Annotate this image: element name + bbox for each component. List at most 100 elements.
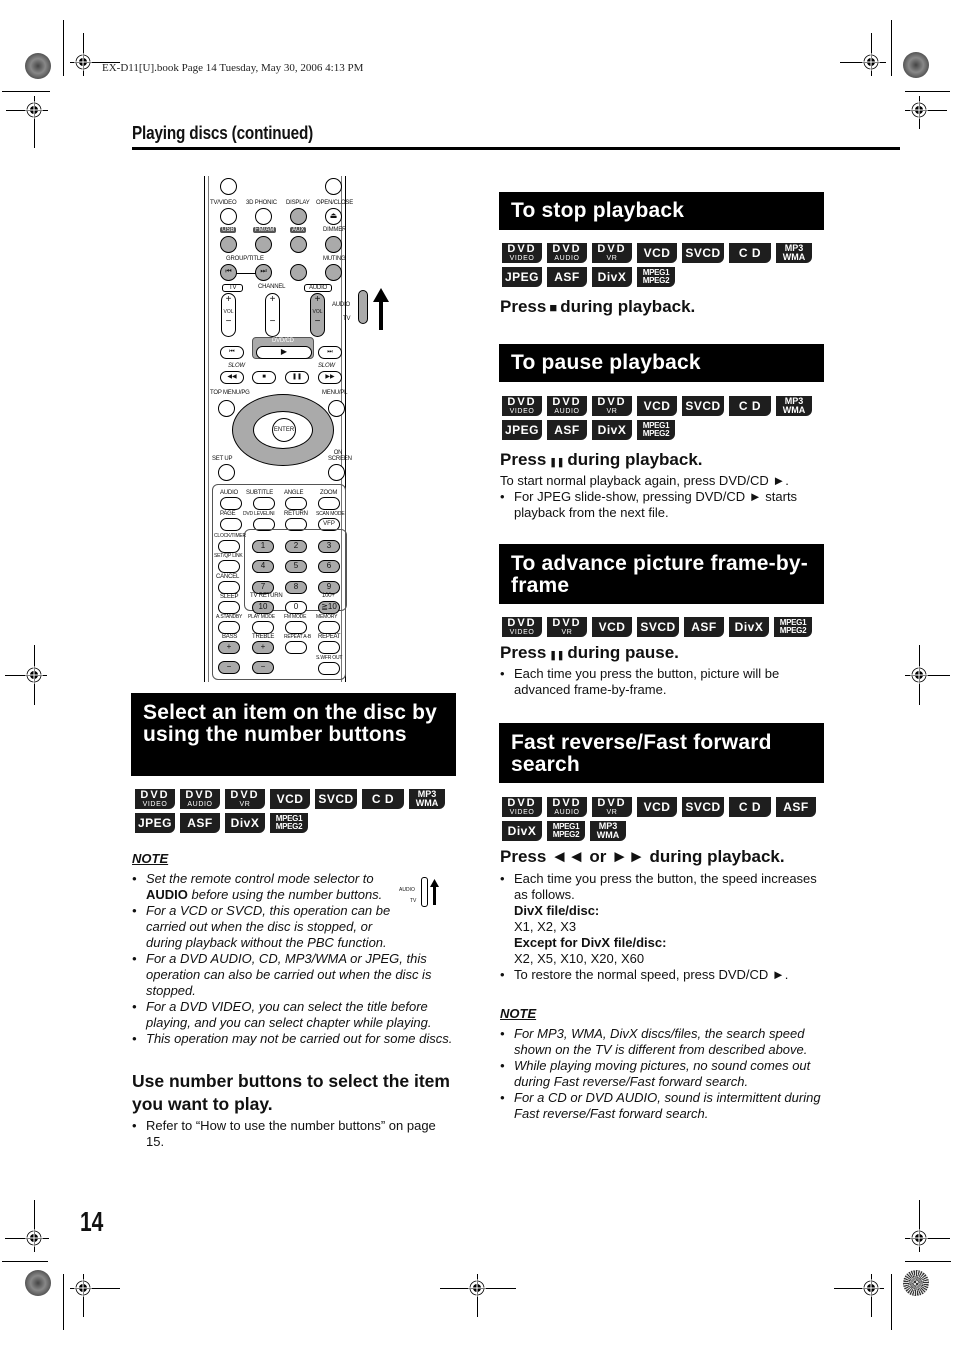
crop-mark [891,20,892,76]
badge-divx: DivX [502,821,542,841]
badge-divx: DivX [592,420,632,440]
badge-dvd-vr: DVD VR [592,797,632,817]
crop-mark [905,1261,951,1262]
badge-dvd-video: DVD VIDEO [502,617,542,637]
crop-mark [891,1274,892,1330]
note-item: For a VCD or SVCD, this operation can be… [132,903,402,951]
remote-label: SUBTITLE [246,490,274,496]
press-instruction: Press ■ during playback. [500,297,696,316]
remote-label: MENU/PL [322,390,348,396]
speed-values: X1, X2, X3 [514,919,577,934]
remote-label: SET/QP LINK [214,553,243,559]
remote-label: GROUP/TITLE [226,256,264,262]
remote-button [220,518,242,531]
crop-mark [905,91,950,92]
number-button: 3 [318,540,340,553]
switch-label: AUDIO [399,887,415,893]
remote-label: ZOOM [320,490,338,496]
running-head-rule [132,147,900,150]
paragraph: To start normal playback again, press DV… [500,473,789,488]
badge-cd: C D [729,396,771,416]
direction-pad: ENTER [232,394,334,466]
remote-label: RETURN [284,511,308,517]
dpad-center: ENTER [253,411,313,449]
speed-label: Except for DivX file/disc: [514,935,667,950]
remote-button [220,497,242,510]
registration-mark-icon [25,1229,43,1247]
disc-badges: DVD VIDEO DVD AUDIO DVD VR VCD SVCD C D MP3 WMA JPE… [502,396,832,440]
remote-button [318,662,340,675]
disc-badges: DVD VIDEO DVD AUDIO DVD VR VCD SVCD C D ASF DivX MP… [502,797,832,841]
remote-button [285,621,307,634]
speed-values: X2, X5, X10, X20, X60 [514,951,645,966]
badge-asf: ASF [547,420,587,440]
badge-dvd-vr: DVD VR [592,396,632,416]
badge-vcd: VCD [270,789,310,809]
remote-button [325,178,342,195]
remote-label: DVD LEVEL/NI [243,511,275,517]
badge-cd: C D [729,797,771,817]
remote-label: BASS [222,634,238,640]
badge-mp3-wma: MP3 WMA [590,821,626,841]
section-title-select-item: Select an item on the disc by using the … [131,693,456,776]
color-disc-mark [25,1270,51,1296]
remote-button [325,264,342,281]
badge-svcd: SVCD [315,789,357,809]
disc-badges: DVD VIDEO DVD AUDIO DVD VR VCD SVCD C D MP3 WMA JPE… [502,243,832,287]
play-button: ▶ [256,346,312,359]
badge-cd: C D [362,789,404,809]
number-button: 10 [252,601,274,614]
remote-button [255,208,272,225]
remote-button [218,581,240,594]
press-instruction: Press ❚❚ during playback. [500,450,703,469]
registration-mark-icon [910,101,928,119]
badge-asf: ASF [684,617,724,637]
color-disc-mark [903,52,929,78]
channel-rocker: + − [265,293,280,337]
badge-dvd-audio: DVD AUDIO [547,243,587,263]
badge-dvd-vr: DVD VR [547,617,587,637]
remote-button [218,560,240,573]
remote-label: USB [220,227,237,233]
badge-dvd-audio: DVD AUDIO [547,396,587,416]
remote-label: AUX [290,227,307,233]
note-list: For MP3, WMA, DivX discs/files, the sear… [500,1026,830,1122]
remote-label: DISPLAY [286,200,310,206]
remote-button [290,208,307,225]
remote-label: OPEN/CLOSE [316,200,354,206]
badge-vcd: VCD [637,396,677,416]
prev-button: ⏮ [220,264,237,281]
switch-body [421,877,428,907]
registration-mark-icon [468,1279,486,1297]
remote-label: TV RETURN [250,593,283,599]
note-item: While playing moving pictures, no sound … [500,1058,830,1090]
remote-label: PAGE [220,511,236,517]
badge-divx: DivX [729,617,769,637]
remote-button [318,641,340,654]
bullet-list: Refer to “How to use the number buttons”… [132,1118,452,1150]
remote-label: MUTING [323,256,346,262]
body-text: Each time you press the button, the spee… [500,871,830,983]
rewind-button: ◀◀ [220,371,244,384]
badge-mpeg1-mpeg2: MPEG1 MPEG2 [637,267,675,287]
next-button: ⏭ [255,264,272,281]
remote-label: SLOW [318,363,335,369]
badge-mpeg1-mpeg2: MPEG1 MPEG2 [774,617,812,637]
remote-label: TOP MENU/PG [210,390,250,396]
badge-vcd: VCD [637,243,677,263]
eject-button: ⏏ [325,208,342,225]
remote-label: DIMMER [323,227,347,233]
remote-button [318,497,340,510]
body-text: To start normal playback again, press DV… [500,473,830,521]
pause-icon: ❚❚ [549,650,565,660]
next-chapter-button: ⏭ [318,346,342,359]
badge-svcd: SVCD [682,396,724,416]
bass-up-button: + [218,641,240,654]
registration-mark-icon [25,101,43,119]
remote-label: MEMORY [316,614,338,620]
badge-vcd: VCD [637,797,677,817]
bullet-item: Each time you press the button, the spee… [500,871,830,903]
speed-label: DivX file/disc: [514,903,600,918]
note-item: For MP3, WMA, DivX discs/files, the sear… [500,1026,830,1058]
badge-mpeg1-mpeg2: MPEG1 MPEG2 [637,420,675,440]
